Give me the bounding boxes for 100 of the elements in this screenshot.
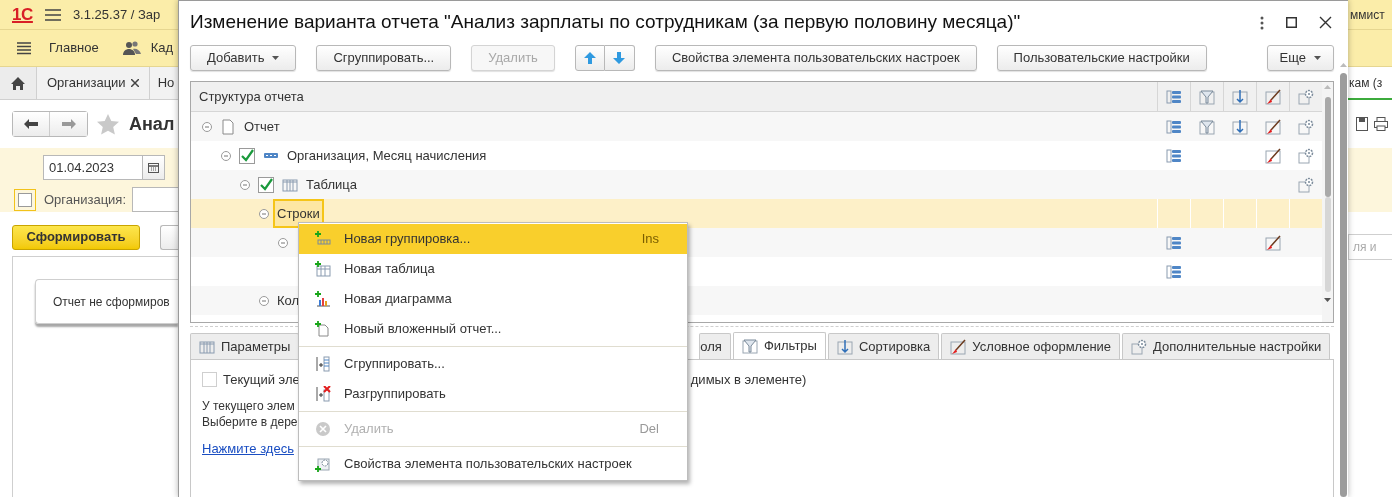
group-columns-icon bbox=[315, 356, 331, 372]
scroll-down-icon bbox=[1324, 298, 1331, 302]
menu-item[interactable]: Новая группировка... Ins bbox=[299, 224, 687, 254]
more-options-icon[interactable] bbox=[1260, 15, 1264, 30]
dialog-title: Изменение варианта отчета "Анализ зарплаты по сотрудникам (за первую половину месяца)" bbox=[190, 10, 1021, 35]
table-icon bbox=[282, 176, 298, 193]
settings-tab[interactable]: оля bbox=[699, 333, 731, 359]
user-name: ммист bbox=[1350, 6, 1385, 24]
print-icon[interactable] bbox=[1374, 117, 1388, 131]
settings-tab[interactable]: Дополнительные настройки bbox=[1122, 333, 1331, 359]
tree-node-label: Таблица bbox=[306, 175, 357, 194]
close-icon[interactable] bbox=[1319, 16, 1332, 29]
tree-row[interactable]: Таблица bbox=[191, 170, 1322, 199]
hint-text: У текущего элем bbox=[202, 397, 295, 414]
settings-tab[interactable]: Условное оформление bbox=[941, 333, 1121, 359]
arrow-up-icon bbox=[582, 51, 597, 65]
checkbox[interactable] bbox=[202, 372, 217, 388]
tree-row[interactable]: Отчет bbox=[191, 112, 1322, 141]
tree-node-label: Организация, Месяц начисления bbox=[287, 146, 487, 165]
toolbar-button[interactable]: Пользовательские настройки bbox=[996, 45, 1207, 71]
maximize-icon[interactable] bbox=[1286, 17, 1297, 28]
status-message: Отчет не сформиров bbox=[53, 293, 170, 311]
partial-button[interactable] bbox=[160, 224, 178, 250]
menu-item[interactable]: Новый вложенный отчет... bbox=[299, 314, 687, 344]
move-up-button[interactable] bbox=[574, 45, 605, 71]
add-chart-icon bbox=[315, 291, 331, 307]
tree-node-label: Кол bbox=[277, 291, 300, 310]
menu-item[interactable]: Сгруппировать... bbox=[299, 349, 687, 379]
collapse-icon[interactable] bbox=[278, 237, 288, 248]
collapse-icon[interactable] bbox=[259, 208, 269, 219]
scroll-up-icon bbox=[1339, 63, 1347, 67]
shortcut-label: Ins bbox=[641, 230, 659, 249]
document-icon bbox=[220, 118, 236, 135]
add-document-icon bbox=[315, 321, 331, 337]
funnel-icon bbox=[1199, 88, 1215, 105]
collapse-icon[interactable] bbox=[202, 121, 212, 132]
checkbox[interactable] bbox=[258, 176, 274, 193]
search-field[interactable]: ля и bbox=[1348, 234, 1392, 260]
settings-tab[interactable]: Сортировка bbox=[827, 333, 940, 359]
gear-plus-icon bbox=[315, 456, 331, 472]
star-icon[interactable] bbox=[97, 113, 119, 135]
calendar-icon bbox=[148, 162, 159, 173]
add-table-icon bbox=[315, 261, 331, 277]
date-field[interactable]: 01.04.2023 bbox=[43, 155, 143, 180]
save-icon[interactable] bbox=[1356, 117, 1368, 131]
settings-link[interactable]: Нажмите здесь bbox=[202, 438, 294, 458]
people-icon bbox=[122, 41, 141, 55]
funnel-icon bbox=[741, 338, 758, 354]
organization-field[interactable] bbox=[132, 187, 178, 212]
scrollbar-thumb[interactable] bbox=[1324, 97, 1331, 197]
menu-item[interactable]: Разгруппировать bbox=[299, 379, 687, 409]
menu-icon[interactable] bbox=[44, 8, 61, 21]
menu-item[interactable]: Новая таблица bbox=[299, 254, 687, 284]
scrollbar-thumb[interactable] bbox=[1339, 73, 1347, 497]
arrow-left-icon bbox=[24, 119, 38, 129]
menu-item[interactable]: Свойства элемента пользовательских настроек bbox=[299, 449, 687, 479]
arrow-down-icon bbox=[612, 51, 627, 65]
tree-node-label: Отчет bbox=[244, 117, 280, 136]
grouping-icon bbox=[263, 153, 279, 158]
app-version: 3.1.25.37 / Зар bbox=[72, 5, 161, 24]
scrollbar[interactable] bbox=[1338, 1, 1348, 497]
menu-icon[interactable] bbox=[17, 41, 31, 55]
gear-icon bbox=[1131, 338, 1148, 355]
tree-row[interactable]: Строки bbox=[191, 199, 1322, 228]
collapse-icon[interactable] bbox=[259, 295, 269, 306]
checkbox[interactable] bbox=[239, 147, 255, 164]
ungroup-columns-icon bbox=[315, 386, 331, 402]
more-button[interactable]: Еще bbox=[1266, 45, 1334, 71]
section-link[interactable]: Кад bbox=[150, 38, 174, 58]
paint-brush-icon bbox=[1265, 88, 1281, 105]
caret-icon bbox=[272, 56, 280, 60]
scrollbar[interactable] bbox=[1322, 82, 1333, 322]
add-grouping-icon bbox=[315, 231, 331, 247]
delete-circle-icon bbox=[315, 421, 331, 437]
shortcut-label: Del bbox=[639, 420, 659, 439]
checkbox[interactable] bbox=[14, 188, 36, 211]
toolbar-button[interactable]: Свойства элемента пользовательских настроек bbox=[654, 45, 977, 71]
tab[interactable]: Организации bbox=[37, 67, 150, 99]
dropdown-button[interactable]: Добавить bbox=[190, 45, 297, 71]
collapse-icon[interactable] bbox=[240, 179, 250, 190]
toolbar-button[interactable]: Сгруппировать... bbox=[316, 45, 452, 71]
section-link[interactable]: Главное bbox=[49, 38, 99, 58]
settings-tab[interactable]: Фильтры bbox=[732, 332, 826, 359]
close-icon[interactable] bbox=[130, 79, 139, 87]
hint-text: Выберите в дере bbox=[202, 413, 298, 430]
home-icon[interactable] bbox=[11, 76, 25, 90]
filter-panel bbox=[1348, 148, 1392, 212]
back-button[interactable] bbox=[13, 112, 50, 136]
table-icon bbox=[199, 338, 215, 355]
gear-icon bbox=[1298, 88, 1314, 105]
checkbox-label: димых в элементе) bbox=[690, 371, 807, 389]
collapse-icon[interactable] bbox=[221, 150, 231, 161]
paint-brush-icon bbox=[950, 338, 967, 355]
generate-button[interactable]: Сформировать bbox=[12, 224, 140, 250]
settings-tab[interactable]: Параметры bbox=[190, 333, 300, 359]
scroll-up-icon bbox=[1324, 85, 1331, 89]
tab[interactable]: Но bbox=[149, 67, 178, 99]
move-down-button[interactable] bbox=[604, 45, 635, 71]
menu-item[interactable]: Новая диаграмма bbox=[299, 284, 687, 314]
calendar-button[interactable] bbox=[143, 155, 165, 180]
